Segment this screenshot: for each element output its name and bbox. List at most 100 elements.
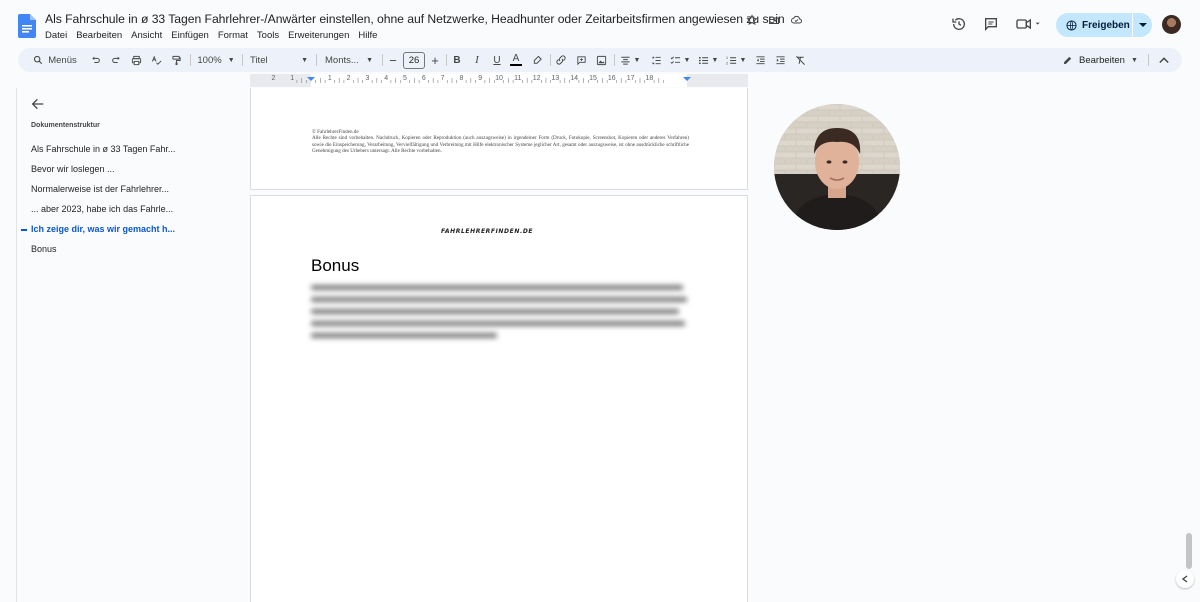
section-heading-bonus[interactable]: Bonus [311, 256, 359, 276]
ruler-label: 8 [459, 75, 464, 82]
paragraph-style-value: Titel [250, 54, 268, 66]
undo-icon[interactable] [88, 48, 104, 72]
ruler-label: 12 [532, 75, 541, 82]
clear-formatting-icon[interactable] [792, 48, 808, 72]
insert-link-icon[interactable] [554, 48, 568, 72]
menus-search-button[interactable]: Menüs [26, 48, 84, 72]
caret-down-icon: ▼ [711, 56, 719, 64]
outline-item-3[interactable]: Normalerweise ist der Fahrlehrer... [31, 184, 169, 194]
ruler-label: 16 [607, 75, 616, 82]
print-icon[interactable] [128, 48, 144, 72]
ruler-label: 11 [514, 75, 522, 82]
ruler-label: 7 [440, 75, 445, 82]
paragraph-style-select[interactable]: Titel ▼ [246, 48, 312, 72]
ruler-label: 13 [551, 75, 560, 82]
ruler-label: 2 [271, 75, 276, 82]
page-footer-copyright: © FahrlehrerFinden.de Alle Rechte sind v… [312, 129, 689, 154]
checklist-select[interactable]: ▼ [668, 48, 692, 72]
paint-format-icon[interactable] [168, 48, 184, 72]
outline-item-5-active[interactable]: Ich zeige dir, was wir gemacht h... [31, 224, 175, 234]
align-center-icon [620, 56, 630, 65]
meet-video-icon[interactable] [1014, 15, 1044, 33]
ruler-label: 9 [478, 75, 483, 82]
ruler-label: 6 [421, 75, 426, 82]
formatting-toolbar: Menüs 100% ▼ Titel ▼ Monts... ▼ − 26 + B… [18, 48, 1182, 72]
collapse-side-panel-button[interactable] [1176, 570, 1194, 588]
editing-mode-select[interactable]: Bearbeiten ▼ [1062, 48, 1138, 72]
decrease-font-size-icon[interactable]: − [386, 48, 400, 72]
increase-font-size-icon[interactable]: + [428, 48, 442, 72]
hide-menus-icon[interactable] [1156, 48, 1172, 72]
bulleted-list-select[interactable]: ▼ [696, 48, 720, 72]
svg-text:2: 2 [726, 61, 728, 65]
menu-format[interactable]: Format [218, 30, 248, 41]
caret-down-icon: ▼ [366, 56, 373, 64]
menu-bar: Datei Bearbeiten Ansicht Einfügen Format… [45, 30, 377, 41]
document-title[interactable]: Als Fahrschule in ø 33 Tagen Fahrlehrer-… [45, 12, 785, 26]
version-history-icon[interactable] [950, 15, 968, 33]
highlight-icon[interactable] [530, 48, 544, 72]
add-comment-icon[interactable] [574, 48, 588, 72]
ruler-label: 5 [403, 75, 407, 82]
zoom-select[interactable]: 100% ▼ [190, 48, 242, 72]
bold-icon[interactable]: B [450, 48, 464, 72]
font-value: Monts... [325, 54, 359, 66]
decrease-indent-icon[interactable] [752, 48, 768, 72]
spellcheck-icon[interactable] [148, 48, 164, 72]
menu-bearbeiten[interactable]: Bearbeiten [76, 30, 122, 41]
font-select[interactable]: Monts... ▼ [322, 48, 376, 72]
share-button[interactable]: Freigeben [1056, 13, 1152, 37]
italic-icon[interactable]: I [470, 48, 484, 72]
footer-rights-text: Alle Rechte sind vorbehalten. Nachdruck,… [312, 135, 689, 154]
comments-icon[interactable] [982, 15, 1000, 33]
blurred-paragraph [311, 283, 689, 346]
menu-einfuegen[interactable]: Einfügen [171, 30, 209, 41]
menu-ansicht[interactable]: Ansicht [131, 30, 162, 41]
cloud-status-icon[interactable] [788, 12, 804, 28]
horizontal-ruler[interactable]: 2 1 1 2 3 4 5 6 7 8 9 10 11 12 13 14 15 16 17 18 [250, 74, 748, 87]
close-outline-back-arrow-icon[interactable] [30, 96, 46, 112]
outline-item-6[interactable]: Bonus [31, 244, 57, 254]
outline-item-4[interactable]: ... aber 2023, habe ich das Fahrle... [31, 204, 173, 214]
text-color-icon[interactable]: A [509, 48, 523, 72]
menu-datei[interactable]: Datei [45, 30, 67, 41]
outline-item-1[interactable]: Als Fahrschule in ø 33 Tagen Fahr... [31, 144, 175, 154]
webcam-overlay [774, 104, 900, 230]
align-select[interactable]: ▼ [618, 48, 642, 72]
menu-erweiterungen[interactable]: Erweiterungen [288, 30, 349, 41]
increase-indent-icon[interactable] [772, 48, 788, 72]
bulleted-list-icon [698, 56, 708, 64]
move-folder-icon[interactable] [766, 12, 782, 28]
ruler-label: 18 [645, 75, 654, 82]
share-dropdown-button[interactable] [1133, 13, 1152, 37]
menu-hilfe[interactable]: Hilfe [358, 30, 377, 41]
ruler-label: 1 [327, 75, 332, 82]
caret-down-icon: ▼ [683, 56, 691, 64]
caret-down-icon: ▼ [633, 56, 641, 64]
account-avatar[interactable] [1162, 15, 1181, 34]
document-page-previous[interactable]: © FahrlehrerFinden.de Alle Rechte sind v… [250, 88, 748, 190]
menu-tools[interactable]: Tools [257, 30, 279, 41]
font-size-input[interactable]: 26 [402, 48, 426, 72]
underline-icon[interactable]: U [490, 48, 504, 72]
outline-heading: Dokumentenstruktur [31, 122, 100, 129]
outline-item-2[interactable]: Bevor wir loslegen ... [31, 164, 115, 174]
document-page-current[interactable]: FahrlehrerFinden.de Bonus [250, 195, 748, 602]
caret-down-icon: ▼ [301, 56, 308, 64]
ruler-label: 4 [384, 75, 389, 82]
checklist-icon [670, 56, 680, 64]
title-bar: Als Fahrschule in ø 33 Tagen Fahrlehrer-… [0, 0, 1200, 46]
active-outline-indicator [21, 229, 27, 231]
caret-down-icon: ▼ [1130, 56, 1138, 64]
star-icon[interactable] [744, 12, 760, 28]
caret-down-icon [1138, 23, 1147, 27]
redo-icon[interactable] [108, 48, 124, 72]
svg-text:1: 1 [726, 56, 728, 60]
line-spacing-icon[interactable] [648, 48, 664, 72]
google-docs-logo-icon[interactable] [18, 14, 36, 38]
insert-image-icon[interactable] [594, 48, 608, 72]
numbered-list-select[interactable]: 12 ▼ [724, 48, 748, 72]
numbered-list-icon: 12 [726, 56, 736, 65]
vertical-scrollbar-thumb[interactable] [1186, 533, 1192, 569]
editing-mode-label: Bearbeiten [1079, 54, 1125, 66]
